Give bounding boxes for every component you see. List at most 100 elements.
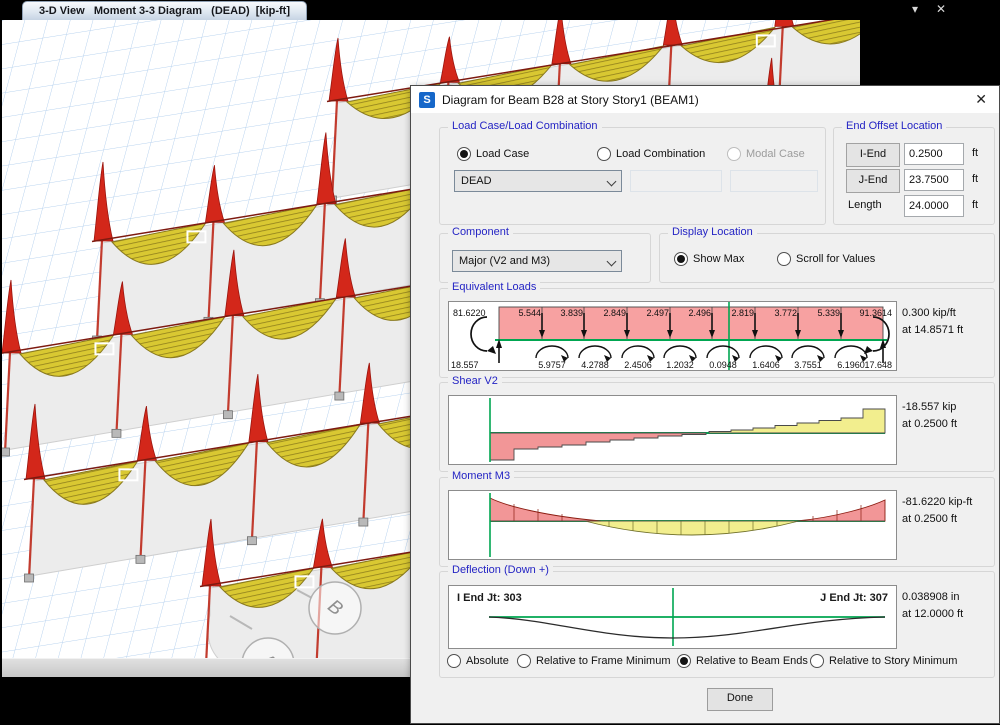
radio-load-case-label: Load Case xyxy=(476,148,529,160)
eq-right-moment: 91.3614 xyxy=(859,308,892,318)
radio-relative-beam-ends[interactable]: Relative to Beam Ends xyxy=(677,654,808,668)
moment-svg xyxy=(449,491,896,559)
eq-bottom-value: 3.7551 xyxy=(794,360,822,370)
radio-scroll-values[interactable]: Scroll for Values xyxy=(777,252,875,266)
eq-bottom-value: 6.1960 xyxy=(837,360,865,370)
load-case-group: Load Case/Load Combination Load Case Loa… xyxy=(439,127,826,225)
equivalent-loads-group: Equivalent Loads 81.6220 91.3614 18.55 xyxy=(439,288,995,378)
equivalent-loads-diagram[interactable]: 81.6220 91.3614 18.557 17.648 5.544 3.83… xyxy=(448,301,897,371)
shear-group: Shear V2 -18.557 kip at 0.2500 ft xyxy=(439,382,995,472)
eq-top-value: 3.772 xyxy=(774,308,797,318)
radio-dot xyxy=(677,654,691,668)
length-unit: ft xyxy=(972,199,978,211)
deflection-max-value: 0.038908 in xyxy=(902,589,963,606)
shear-label: Shear V2 xyxy=(448,375,502,387)
end-offset-group: End Offset Location I-End ft J-End ft Le… xyxy=(833,127,995,225)
radio-load-case[interactable]: Load Case xyxy=(457,147,529,161)
radio-absolute[interactable]: Absolute xyxy=(447,654,509,668)
equivalent-loads-label: Equivalent Loads xyxy=(448,281,540,293)
moment-spike xyxy=(775,20,794,26)
radio-show-max[interactable]: Show Max xyxy=(674,252,744,266)
moment-group: Moment M3 -81.6220 kip-ft at 0.2500 ft xyxy=(439,477,995,567)
window-menu-caret-icon[interactable]: ▾ xyxy=(912,2,918,16)
screen: { "window": { "tab_title": "3-D View Mom… xyxy=(0,0,1000,725)
radio-dot xyxy=(597,147,611,161)
eq-top-value: 5.339 xyxy=(817,308,840,318)
component-select[interactable]: Major (V2 and M3) xyxy=(452,250,622,272)
display-location-group-label: Display Location xyxy=(668,226,757,238)
moment-diagram[interactable] xyxy=(448,490,897,560)
load-case-value: DEAD xyxy=(461,175,492,187)
eq-top-value: 2.496 xyxy=(688,308,711,318)
i-end-button[interactable]: I-End xyxy=(846,143,900,167)
eq-bottom-value: 1.2032 xyxy=(666,360,694,370)
radio-relative-beam-ends-label: Relative to Beam Ends xyxy=(696,655,808,667)
load-case-group-label: Load Case/Load Combination xyxy=(448,120,602,132)
deflection-i-joint: I End Jt: 303 xyxy=(457,592,522,604)
component-group: Component Major (V2 and M3) xyxy=(439,233,651,283)
component-group-label: Component xyxy=(448,226,513,238)
i-end-field[interactable] xyxy=(904,143,964,165)
column-base xyxy=(359,518,368,526)
deflection-group: Deflection (Down +) I End Jt: 303 J End … xyxy=(439,571,995,678)
deflection-j-joint: J End Jt: 307 xyxy=(820,592,888,604)
component-value: Major (V2 and M3) xyxy=(459,255,550,267)
eq-bottom-value: 0.0948 xyxy=(709,360,737,370)
radio-dot xyxy=(674,252,688,266)
eq-max-location: at 14.8571 ft xyxy=(902,322,963,339)
radio-dot xyxy=(727,147,741,161)
dialog-close-icon[interactable]: ✕ xyxy=(975,91,987,108)
deflection-diagram[interactable]: I End Jt: 303 J End Jt: 307 xyxy=(448,585,897,649)
radio-dot xyxy=(447,654,461,668)
deflection-label: Deflection (Down +) xyxy=(448,564,553,576)
radio-relative-frame-min[interactable]: Relative to Frame Minimum xyxy=(517,654,670,668)
radio-modal-case: Modal Case xyxy=(727,147,805,161)
radio-dot xyxy=(777,252,791,266)
column-base xyxy=(136,555,145,563)
column-base xyxy=(223,411,232,419)
eq-bottom-value: 4.2788 xyxy=(581,360,609,370)
display-location-group: Display Location Show Max Scroll for Val… xyxy=(659,233,995,283)
shear-max-value: -18.557 kip xyxy=(902,399,957,416)
shear-svg xyxy=(449,396,896,464)
eq-top-value: 2.819 xyxy=(731,308,754,318)
eq-max-text: 0.300 kip/ft at 14.8571 ft xyxy=(902,305,963,339)
radio-load-combination-label: Load Combination xyxy=(616,148,705,160)
column-base xyxy=(112,429,121,437)
view-tab[interactable]: 3-D View Moment 3-3 Diagram (DEAD) [kip-… xyxy=(22,1,307,21)
load-case-select[interactable]: DEAD xyxy=(454,170,622,192)
deflection-max-text: 0.038908 in at 12.0000 ft xyxy=(902,589,963,623)
combo-field-disabled-2 xyxy=(730,170,818,192)
column-base xyxy=(2,448,10,456)
radio-modal-case-label: Modal Case xyxy=(746,148,805,160)
j-end-unit: ft xyxy=(972,173,978,185)
radio-dot xyxy=(810,654,824,668)
eq-top-value: 3.839 xyxy=(560,308,583,318)
eq-left-moment: 81.6220 xyxy=(453,308,486,318)
eq-top-value: 5.544 xyxy=(518,308,541,318)
equivalent-loads-svg: 81.6220 91.3614 18.557 17.648 5.544 3.83… xyxy=(449,302,896,370)
radio-load-combination[interactable]: Load Combination xyxy=(597,147,705,161)
chevron-down-icon xyxy=(607,177,617,187)
window-close-icon[interactable]: ✕ xyxy=(936,2,946,16)
eq-bottom-value: 1.6406 xyxy=(752,360,780,370)
deflection-svg: I End Jt: 303 J End Jt: 307 xyxy=(449,586,896,648)
radio-scroll-values-label: Scroll for Values xyxy=(796,253,875,265)
radio-relative-story-min-label: Relative to Story Minimum xyxy=(829,655,957,667)
radio-relative-story-min[interactable]: Relative to Story Minimum xyxy=(810,654,957,668)
shear-diagram[interactable] xyxy=(448,395,897,465)
j-end-field[interactable] xyxy=(904,169,964,191)
radio-show-max-label: Show Max xyxy=(693,253,744,265)
length-field[interactable] xyxy=(904,195,964,217)
combo-field-disabled-1 xyxy=(630,170,722,192)
eq-bottom-value: 2.4506 xyxy=(624,360,652,370)
radio-dot xyxy=(457,147,471,161)
j-end-button[interactable]: J-End xyxy=(846,169,900,193)
radio-absolute-label: Absolute xyxy=(466,655,509,667)
moment-label: Moment M3 xyxy=(448,470,514,482)
moment-max-text: -81.6220 kip-ft at 0.2500 ft xyxy=(902,494,972,528)
moment-max-value: -81.6220 kip-ft xyxy=(902,494,972,511)
eq-right-shear: 17.648 xyxy=(864,360,892,370)
app-icon: S xyxy=(419,92,435,108)
done-button[interactable]: Done xyxy=(707,688,773,711)
